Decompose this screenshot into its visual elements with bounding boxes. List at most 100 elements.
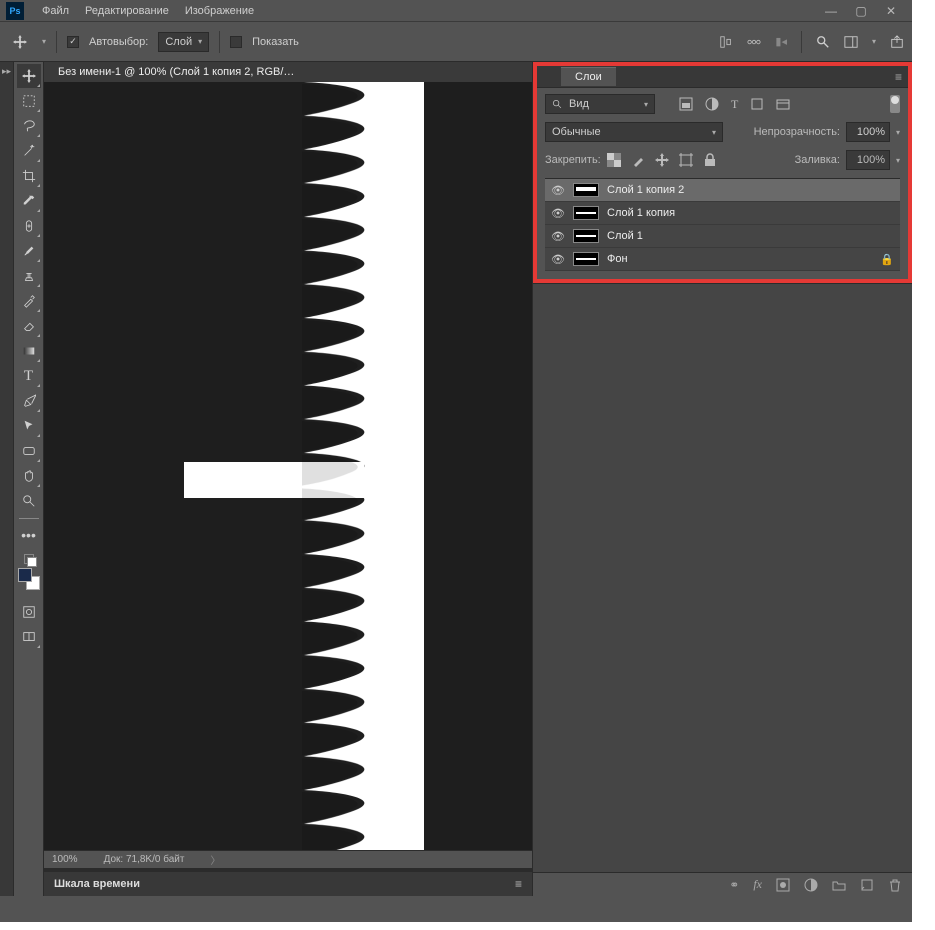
new-layer-icon[interactable] bbox=[860, 878, 874, 892]
layer-list: 👁 Слой 1 копия 2 👁 Слой 1 копия 👁 bbox=[545, 178, 900, 271]
show-transform-checkbox[interactable] bbox=[230, 36, 242, 48]
pen-tool[interactable] bbox=[17, 389, 41, 413]
layers-tab[interactable]: Слои bbox=[561, 67, 616, 86]
marquee-tool[interactable] bbox=[17, 89, 41, 113]
visibility-icon[interactable]: 👁 bbox=[551, 230, 565, 243]
photoshop-window: Ps Файл Редактирование Изображение — ▢ ✕… bbox=[0, 0, 912, 922]
lock-artboard-icon[interactable] bbox=[679, 153, 693, 167]
lock-image-icon[interactable] bbox=[631, 153, 645, 167]
lock-position-icon[interactable] bbox=[655, 153, 669, 167]
blend-mode-select[interactable]: Обычные ▾ bbox=[545, 122, 723, 142]
fill-label: Заливка: bbox=[795, 154, 840, 166]
auto-select-target-select[interactable]: Слой ▾ bbox=[158, 32, 209, 52]
options-bar: ▾ Автовыбор: Слой ▾ Показать ▮◂ ▾ bbox=[0, 22, 912, 62]
3d-mode-icon[interactable]: ▮◂ bbox=[775, 35, 787, 48]
move-tool-icon[interactable] bbox=[8, 30, 32, 54]
layers-panel-menu-icon[interactable]: ≡ bbox=[895, 70, 902, 84]
brush-tool[interactable] bbox=[17, 239, 41, 263]
filter-smartobject-icon[interactable] bbox=[776, 97, 790, 112]
workspace-switcher-icon[interactable] bbox=[844, 35, 858, 49]
lasso-tool[interactable] bbox=[17, 114, 41, 138]
new-group-icon[interactable] bbox=[832, 878, 846, 892]
quick-mask-icon[interactable] bbox=[17, 600, 41, 624]
menu-file[interactable]: Файл bbox=[34, 5, 77, 17]
default-colors-icon[interactable] bbox=[24, 554, 34, 564]
filter-adjustment-icon[interactable] bbox=[705, 97, 719, 112]
edit-toolbar-icon[interactable]: ••• bbox=[17, 523, 41, 547]
canvas[interactable] bbox=[44, 82, 532, 850]
move-tool[interactable] bbox=[17, 64, 41, 88]
layer-filter-icons: T bbox=[679, 97, 790, 112]
layer-thumbnail[interactable] bbox=[573, 229, 599, 243]
link-layers-icon[interactable]: ⚭ bbox=[729, 878, 739, 892]
layers-tab-bar: Слои ≡ bbox=[537, 66, 908, 88]
layer-row[interactable]: 👁 Слой 1 bbox=[545, 225, 900, 248]
fill-input[interactable]: 100% bbox=[846, 150, 890, 170]
layer-name[interactable]: Слой 1 bbox=[607, 230, 643, 242]
layer-row[interactable]: 👁 Слой 1 копия 2 bbox=[545, 179, 900, 202]
layer-filter-kind-select[interactable]: Вид ▾ bbox=[545, 94, 655, 114]
crop-tool[interactable] bbox=[17, 164, 41, 188]
layer-row[interactable]: 👁 Слой 1 копия bbox=[545, 202, 900, 225]
layers-panel-highlight: Слои ≡ Вид ▾ T bbox=[533, 62, 912, 283]
layer-filter-toggle[interactable] bbox=[890, 95, 900, 113]
type-tool[interactable]: T bbox=[17, 364, 41, 388]
path-selection-tool[interactable] bbox=[17, 414, 41, 438]
toolbar: T ••• bbox=[14, 62, 44, 896]
clone-stamp-tool[interactable] bbox=[17, 264, 41, 288]
opacity-value: 100% bbox=[857, 126, 885, 138]
filter-shape-icon[interactable] bbox=[750, 97, 764, 112]
gradient-tool[interactable] bbox=[17, 339, 41, 363]
opacity-input[interactable]: 100% bbox=[846, 122, 890, 142]
filter-type-icon[interactable]: T bbox=[731, 97, 738, 112]
minimize-button[interactable]: — bbox=[816, 4, 846, 18]
menubar: Ps Файл Редактирование Изображение — ▢ ✕ bbox=[0, 0, 912, 22]
visibility-icon[interactable]: 👁 bbox=[551, 184, 565, 197]
timeline-menu-icon[interactable]: ≡ bbox=[515, 877, 522, 891]
layer-thumbnail[interactable] bbox=[573, 252, 599, 266]
visibility-icon[interactable]: 👁 bbox=[551, 253, 565, 266]
search-icon[interactable] bbox=[816, 35, 830, 49]
timeline-panel-tab[interactable]: Шкала времени ≡ bbox=[44, 872, 532, 896]
rectangle-tool[interactable] bbox=[17, 439, 41, 463]
share-icon[interactable] bbox=[890, 35, 904, 49]
close-button[interactable]: ✕ bbox=[876, 4, 906, 18]
screen-mode-icon[interactable] bbox=[17, 625, 41, 649]
healing-brush-tool[interactable] bbox=[17, 214, 41, 238]
layer-name[interactable]: Фон bbox=[607, 253, 628, 265]
history-brush-tool[interactable] bbox=[17, 289, 41, 313]
menu-image[interactable]: Изображение bbox=[177, 5, 262, 17]
auto-select-checkbox[interactable] bbox=[67, 36, 79, 48]
layer-style-icon[interactable]: fx bbox=[753, 877, 762, 892]
magic-wand-tool[interactable] bbox=[17, 139, 41, 163]
foreground-color-swatch[interactable] bbox=[18, 568, 32, 582]
layer-row[interactable]: 👁 Фон 🔒 bbox=[545, 248, 900, 271]
auto-select-label: Автовыбор: bbox=[89, 36, 148, 48]
adjustment-layer-icon[interactable] bbox=[804, 878, 818, 892]
white-layer-rect bbox=[184, 462, 364, 498]
eraser-tool[interactable] bbox=[17, 314, 41, 338]
app-logo: Ps bbox=[6, 2, 24, 20]
lock-transparency-icon[interactable] bbox=[607, 153, 621, 167]
collapsed-panel-strip[interactable]: ▸▸ bbox=[0, 62, 14, 896]
align-icon[interactable] bbox=[719, 35, 733, 49]
delete-layer-icon[interactable] bbox=[888, 878, 902, 892]
show-transform-label: Показать bbox=[252, 36, 299, 48]
visibility-icon[interactable]: 👁 bbox=[551, 207, 565, 220]
menu-edit[interactable]: Редактирование bbox=[77, 5, 177, 17]
layer-name[interactable]: Слой 1 копия bbox=[607, 207, 675, 219]
layer-thumbnail[interactable] bbox=[573, 183, 599, 197]
eyedropper-tool[interactable] bbox=[17, 189, 41, 213]
filter-pixel-icon[interactable] bbox=[679, 97, 693, 112]
hand-tool[interactable] bbox=[17, 464, 41, 488]
layer-thumbnail[interactable] bbox=[573, 206, 599, 220]
lock-all-icon[interactable] bbox=[703, 153, 717, 167]
distribute-icon[interactable] bbox=[747, 35, 761, 49]
zoom-level[interactable]: 100% bbox=[52, 854, 78, 865]
zoom-tool[interactable] bbox=[17, 489, 41, 513]
document-tab[interactable]: Без имени-1 @ 100% (Слой 1 копия 2, RGB/… bbox=[50, 64, 302, 80]
layer-name[interactable]: Слой 1 копия 2 bbox=[607, 184, 684, 196]
layer-mask-icon[interactable] bbox=[776, 878, 790, 892]
maximize-button[interactable]: ▢ bbox=[846, 4, 876, 18]
color-swatches[interactable] bbox=[18, 568, 40, 590]
